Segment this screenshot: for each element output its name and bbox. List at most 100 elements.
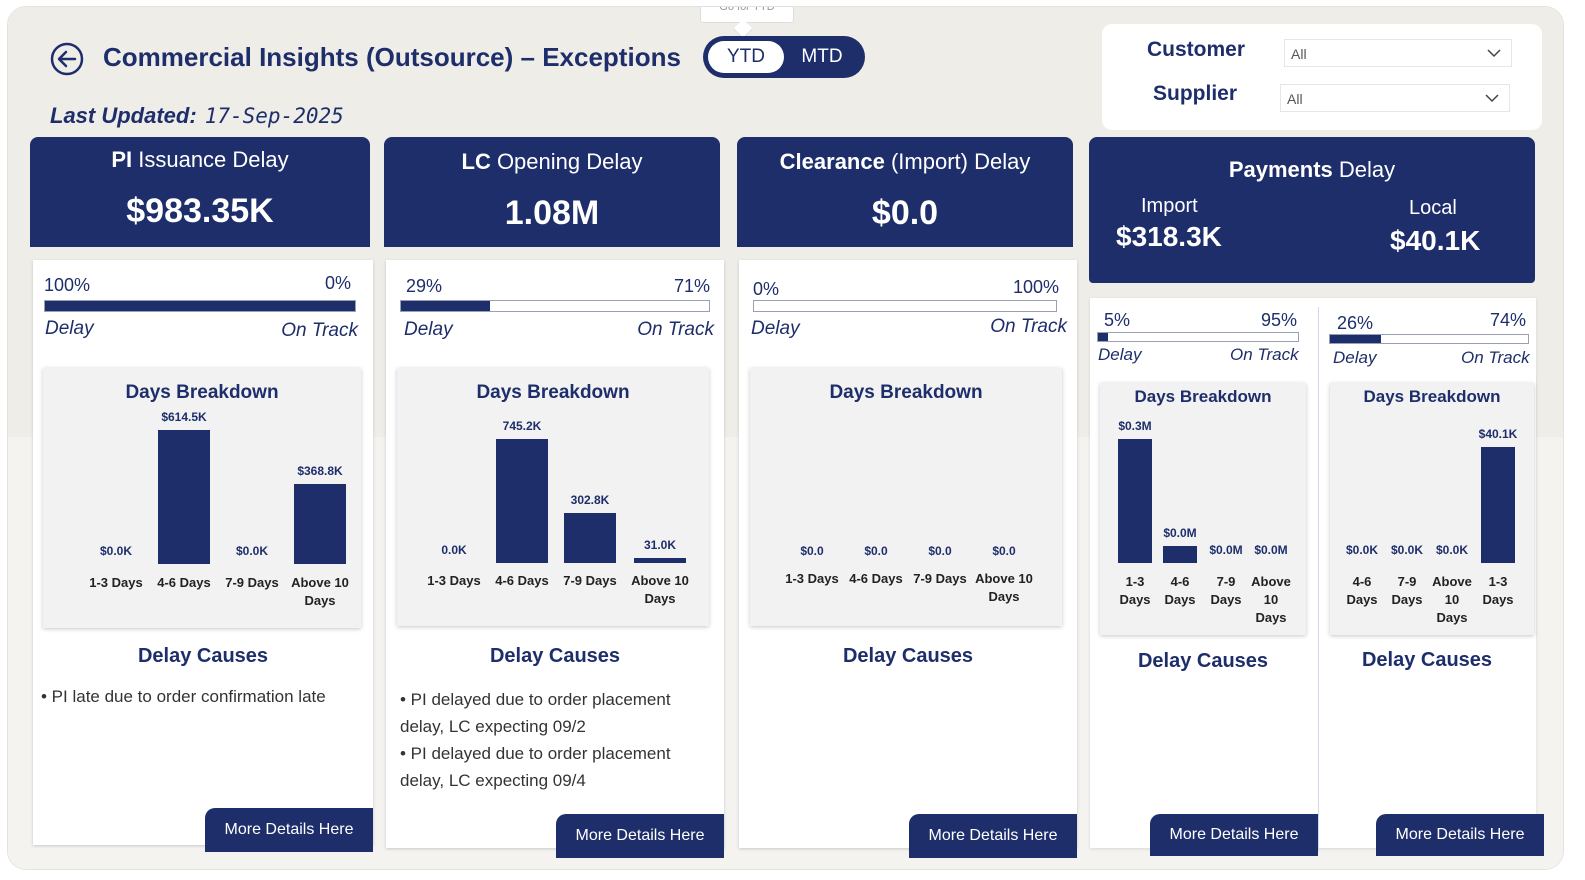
days-breakdown-title: Days Breakdown [1134,387,1272,406]
days-breakdown-chart: Days Breakdown 0.0K 1-3 Days 745.2K 4-6 Day… [397,368,709,626]
kpi-clearance: Clearance (Import) Delay $0.0 [737,137,1073,247]
progress-fill [1330,335,1382,343]
chart-category-label: Above 10 Days [631,573,689,606]
dashboard-frame: Commercial Insights (Outsource) – Except… [8,7,1563,869]
chart-category-label: Above 10 Days [975,571,1033,604]
chart-category-label: 7-9 Days [913,571,967,586]
last-updated-label: Last Updated: [50,103,197,128]
delay-label: Delay [751,318,800,339]
chart-category-label: 7-9 Days [225,575,279,590]
ontrack-pct: 0% [324,273,351,293]
progress-fill [401,301,491,311]
chart-bar[interactable] [496,439,548,563]
chart-category-label: 7-9 Days [1391,574,1423,607]
kpi-title: PI Issuance Delay [111,147,289,172]
ontrack-pct: 100% [1012,277,1059,297]
delay-cause-item: • PI delayed due to order placement dela… [400,744,671,790]
kpi-value: 1.08M [504,194,600,232]
local-value: $40.1K [1390,225,1481,256]
kpi-value: $983.35K [126,192,274,230]
last-updated-value: 17-Sep-2025 [204,104,344,128]
chart-bar[interactable] [158,430,210,564]
chart-category-label: Above 10 Days [1432,574,1472,625]
days-breakdown-title: Days Breakdown [829,382,983,403]
customer-label: Customer [1147,38,1246,61]
filter-panel: Customer All Supplier All [1102,24,1542,130]
days-breakdown-chart: Days Breakdown $0.0K 1-3 Days $614.5K 4-6 D… [43,368,361,628]
payments-card: 5% 95% Delay On Track Days Breakdown $0.… [1090,298,1544,856]
chart-category-label: 4-6 Days [1346,574,1378,607]
chart-category-label: 1-3 Days [785,571,839,586]
chart-category-label: 1-3 Days [1482,574,1514,607]
local-delay-pct: 26% [1337,313,1374,333]
supplier-select-value: All [1287,91,1303,107]
delay-causes-title: Delay Causes [137,645,269,667]
more-details-button[interactable]: More Details Here [1376,814,1544,856]
local-days-breakdown-chart: Days Breakdown $0.0K 4-6 Days $0.0K 7-9 Day… [1330,383,1534,635]
on-track-label: On Track [1230,345,1299,364]
delay-label: Delay [404,319,453,340]
toggle-mtd[interactable]: MTD [784,41,860,73]
chart-category-label: 1-3 Days [1119,574,1151,607]
more-details-button[interactable]: More Details Here [556,814,724,858]
clearance-card: 0% 100% Delay On Track Days Breakdown $0… [739,260,1077,858]
chart-bar[interactable] [564,513,616,563]
kpi-title: Payments Delay [1228,157,1396,182]
chart-data-label: $0.0 [928,544,952,558]
chart-data-label: $0.0K [99,544,133,558]
more-details-button[interactable]: More Details Here [1150,814,1318,856]
progress-fill [1098,333,1108,341]
back-arrow-icon[interactable] [50,42,84,76]
chart-category-label: 4-6 Days [157,575,211,590]
chart-bar[interactable] [1118,439,1152,563]
customer-select-value: All [1291,46,1307,62]
progress-bar [44,300,356,312]
chart-data-label: $614.5K [161,410,207,424]
on-track-label: On Track [637,319,714,340]
chart-bar[interactable] [294,484,346,564]
chart-data-label: $0.0M [1163,526,1197,540]
more-details-button[interactable]: More Details Here [909,814,1077,858]
delay-cause-item: • PI late due to order confirmation late [41,687,326,706]
import-days-breakdown-chart: Days Breakdown $0.3M 1-3 Days $0.0M 4-6 Day… [1100,383,1306,635]
chart-bar[interactable] [1481,447,1515,563]
chart-category-label: 1-3 Days [89,575,143,590]
days-breakdown-title: Days Breakdown [1363,387,1501,406]
chart-category-label: Above 10 Days [291,575,349,608]
last-updated: Last Updated: 17-Sep-2025 [50,103,344,129]
chart-bar[interactable] [634,558,686,563]
kpi-value: $0.0 [871,194,939,232]
chart-data-label: $0.0K [1435,543,1469,557]
delay-causes-title: Delay Causes [842,645,974,667]
chart-data-label: $0.0M [1254,543,1288,557]
delay-causes-title: Delay Causes [1137,650,1269,672]
delay-causes-list: • PI late due to order confirmation late [41,683,361,710]
delay-pct: 29% [406,276,443,296]
kpi-title: LC Opening Delay [461,149,643,174]
toggle-ytd[interactable]: YTD [708,41,784,73]
period-toggle[interactable]: YTD MTD [703,36,865,78]
delay-label: Delay [1333,348,1377,367]
local-label: Local [1409,197,1457,219]
delay-label: Delay [45,318,94,339]
chart-category-label: 7-9 Days [563,573,617,588]
customer-select[interactable]: All [1284,39,1512,67]
chart-category-label: 4-6 Days [495,573,549,588]
kpi-title: Clearance (Import) Delay [779,149,1031,174]
on-track-label: On Track [1461,348,1530,367]
supplier-label: Supplier [1153,82,1238,105]
chart-data-label: $0.3M [1118,419,1152,433]
more-details-button[interactable]: More Details Here [205,808,373,852]
chart-data-label: 31.0K [643,538,677,552]
supplier-select[interactable]: All [1280,84,1510,112]
days-breakdown-title: Days Breakdown [476,382,630,403]
chart-data-label: $40.1K [1478,427,1518,441]
chart-data-label: 302.8K [570,493,610,507]
delay-pct: 0% [753,279,780,299]
local-progress-bar [1329,334,1529,344]
chart-category-label: 4-6 Days [849,571,903,586]
payments-divider [1318,307,1319,852]
progress-bar [753,300,1057,312]
chevron-down-icon [1485,94,1499,103]
chevron-down-icon [1487,49,1501,58]
